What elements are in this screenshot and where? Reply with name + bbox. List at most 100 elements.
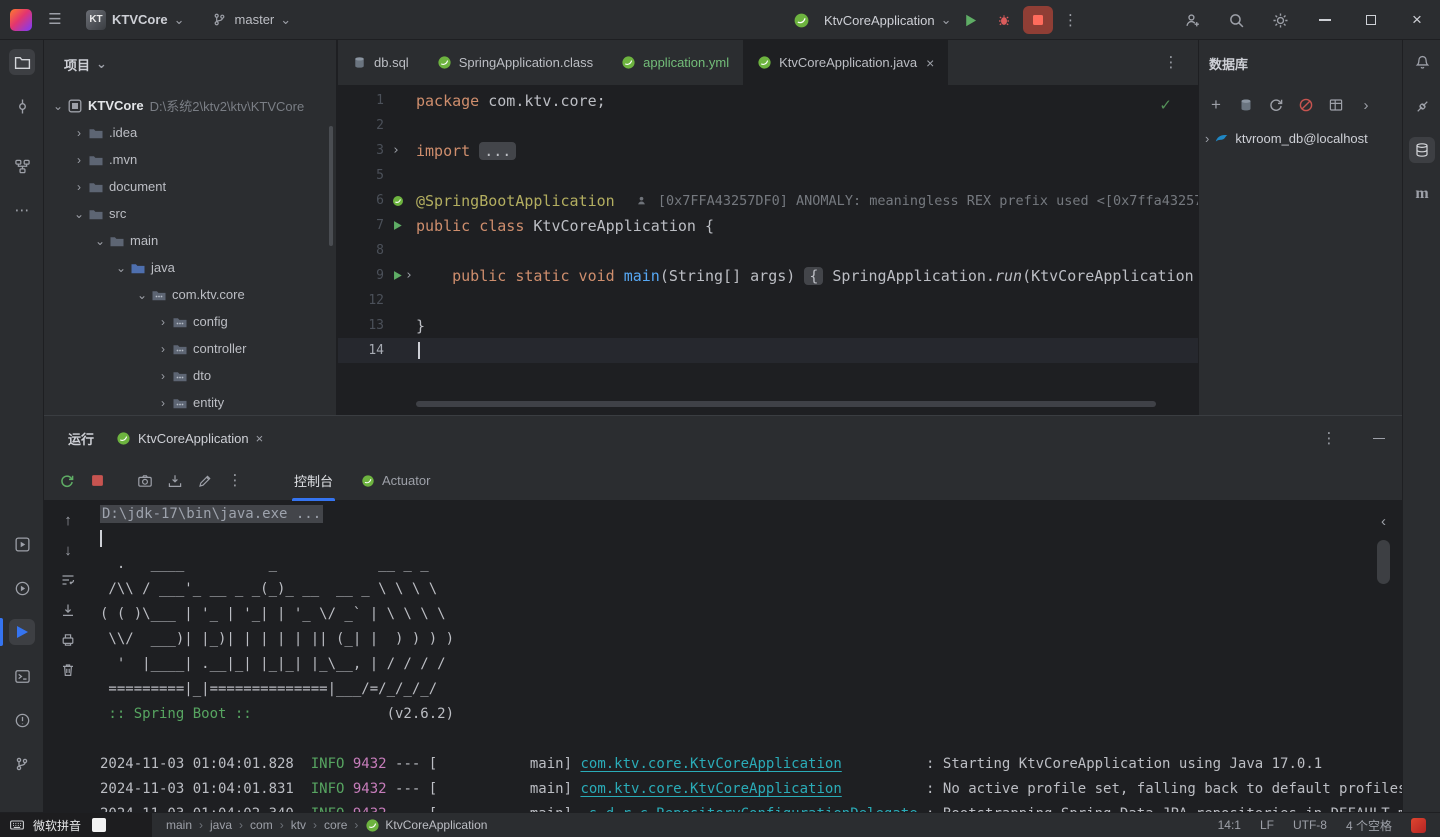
status-icon[interactable] xyxy=(1411,817,1426,833)
chevron-down-icon[interactable]: ⌄ xyxy=(96,56,107,72)
console-output[interactable]: ↑ ↓ D:\jdk-17\bin\java.exe ... . ____ _ … xyxy=(44,501,1402,812)
run-tab[interactable]: KtvCoreApplication × xyxy=(108,425,271,452)
chevron-down-icon[interactable]: ⌄ xyxy=(71,207,87,221)
ime-mode-box[interactable] xyxy=(92,818,107,832)
file-encoding[interactable]: UTF-8 xyxy=(1293,818,1327,832)
more-icon[interactable]: ⋮ xyxy=(1316,426,1342,452)
dump-to-file-icon[interactable] xyxy=(162,468,188,494)
more-icon[interactable]: ⋮ xyxy=(222,468,248,494)
tree-item-idea[interactable]: › .idea xyxy=(44,119,336,146)
tree-item-dto[interactable]: › dto xyxy=(44,362,336,389)
breadcrumb-item-core[interactable]: core xyxy=(324,818,347,832)
run-button[interactable] xyxy=(955,6,985,34)
console-side-handle[interactable] xyxy=(1377,540,1390,584)
refresh-icon[interactable] xyxy=(1265,94,1287,116)
breadcrumb-item-main[interactable]: main xyxy=(166,818,192,832)
down-icon[interactable]: ↓ xyxy=(55,537,81,563)
editor-tab-SpringApplication.class[interactable]: SpringApplication.class xyxy=(423,40,607,85)
code-line-6[interactable]: 6 @SpringBootApplication [0x7FFA43257DF0]… xyxy=(338,188,1198,213)
tree-item-src[interactable]: ⌄ src xyxy=(44,200,336,227)
edit-configuration-icon[interactable] xyxy=(192,468,218,494)
table-view-icon[interactable] xyxy=(1325,94,1347,116)
project-selector[interactable]: KT KTVCore ⌄ xyxy=(78,6,193,34)
chevron-down-icon[interactable]: ⌄ xyxy=(134,288,150,302)
cancel-running-icon[interactable] xyxy=(1295,94,1317,116)
code-editor[interactable]: 1 package com.ktv.core; 2 3 › import ... 5 6 @Sp… xyxy=(338,86,1198,415)
run-line-icon[interactable] xyxy=(392,270,403,281)
tree-item-main[interactable]: ⌄ main xyxy=(44,227,336,254)
soft-wrap-icon[interactable] xyxy=(55,567,81,593)
scroll-to-end-icon[interactable] xyxy=(55,597,81,623)
breadcrumb-item-com[interactable]: com xyxy=(250,818,273,832)
tree-item-controller[interactable]: › controller xyxy=(44,335,336,362)
services-tool-button[interactable] xyxy=(0,522,44,566)
database-tool-button[interactable] xyxy=(1403,128,1440,172)
breadcrumb-item-KtvCoreApplication[interactable]: KtvCoreApplication xyxy=(365,818,487,833)
rerun-icon[interactable] xyxy=(54,468,80,494)
problems-tool-button[interactable] xyxy=(0,698,44,742)
editor-tab-db.sql[interactable]: db.sql xyxy=(338,40,423,85)
editor-horizontal-scrollbar[interactable] xyxy=(416,401,1156,407)
project-tool-button[interactable] xyxy=(0,40,44,84)
branch-selector[interactable]: master ⌄ xyxy=(203,7,300,33)
structure-tool-button[interactable] xyxy=(0,144,44,188)
code-line-5[interactable]: 5 xyxy=(338,163,1198,188)
up-icon[interactable]: ↑ xyxy=(55,507,81,533)
code-line-12[interactable]: 12 xyxy=(338,288,1198,313)
run-tool-button[interactable] xyxy=(0,610,44,654)
notifications-button[interactable] xyxy=(1403,40,1440,84)
chevron-right-icon[interactable]: › xyxy=(71,126,87,140)
commit-tool-button[interactable] xyxy=(0,84,44,128)
fold-chevron-icon[interactable]: › xyxy=(392,143,400,158)
project-scrollbar[interactable] xyxy=(329,126,333,246)
code-line-14[interactable]: 14 xyxy=(338,338,1198,363)
chevron-down-icon[interactable]: ⌄ xyxy=(50,99,66,113)
chevron-right-icon[interactable]: › xyxy=(1355,94,1377,116)
chevron-down-icon[interactable]: ⌄ xyxy=(92,234,108,248)
tab-options-icon[interactable]: ⋮ xyxy=(1158,50,1184,76)
main-menu-icon[interactable]: ☰ xyxy=(42,7,68,33)
maximize-button[interactable] xyxy=(1348,0,1394,40)
database-connection-row[interactable]: › ktvroom_db@localhost xyxy=(1199,124,1402,152)
tab-console[interactable]: 控制台 xyxy=(282,461,345,501)
code-line-13[interactable]: 13} xyxy=(338,313,1198,338)
close-icon[interactable]: × xyxy=(256,431,264,446)
line-ending[interactable]: LF xyxy=(1260,818,1274,832)
chevron-right-icon[interactable]: › xyxy=(71,180,87,194)
ime-widget[interactable]: 微软拼音 xyxy=(0,812,152,837)
terminal-tool-button[interactable] xyxy=(0,654,44,698)
editor-tab-application.yml[interactable]: application.yml xyxy=(607,40,743,85)
run-line-icon[interactable] xyxy=(392,220,403,231)
tree-item-config[interactable]: › config xyxy=(44,308,336,335)
search-icon[interactable] xyxy=(1223,7,1249,33)
chevron-right-icon[interactable]: › xyxy=(71,153,87,167)
datasource-settings-icon[interactable] xyxy=(1235,94,1257,116)
code-with-me-icon[interactable] xyxy=(1179,7,1205,33)
tree-item-java[interactable]: ⌄ java xyxy=(44,254,336,281)
chevron-right-icon[interactable]: › xyxy=(155,342,171,356)
tree-item-entity[interactable]: › entity xyxy=(44,389,336,415)
profiler-tool-button[interactable] xyxy=(0,566,44,610)
tab-actuator[interactable]: Actuator xyxy=(349,461,442,501)
code-line-8[interactable]: 8 xyxy=(338,238,1198,263)
code-line-7[interactable]: 7 public class KtvCoreApplication { xyxy=(338,213,1198,238)
collapse-left-icon[interactable]: ‹ xyxy=(1381,513,1386,530)
settings-gear-icon[interactable] xyxy=(1267,7,1293,33)
code-line-1[interactable]: 1 package com.ktv.core; xyxy=(338,88,1198,113)
chevron-right-icon[interactable]: › xyxy=(155,396,171,410)
code-line-3[interactable]: 3 › import ... xyxy=(338,138,1198,163)
thread-dump-icon[interactable] xyxy=(132,468,158,494)
hide-panel-icon[interactable] xyxy=(1366,426,1392,452)
version-control-tool-button[interactable] xyxy=(0,742,44,786)
add-datasource-icon[interactable]: + xyxy=(1205,94,1227,116)
tree-item-document[interactable]: › document xyxy=(44,173,336,200)
print-icon[interactable] xyxy=(55,627,81,653)
stop-button[interactable] xyxy=(1023,6,1054,34)
spring-bean-icon[interactable] xyxy=(392,195,404,207)
fold-chevron-icon[interactable]: › xyxy=(405,268,413,283)
tree-item-KTVCore[interactable]: ⌄ KTVCore D:\系统2\ktv2\ktv\KTVCore xyxy=(44,92,336,119)
chevron-down-icon[interactable]: ⌄ xyxy=(113,261,129,275)
breadcrumb-item-ktv[interactable]: ktv xyxy=(291,818,306,832)
more-tools-button[interactable]: ⋯ xyxy=(0,188,44,232)
debug-button[interactable] xyxy=(989,6,1019,34)
